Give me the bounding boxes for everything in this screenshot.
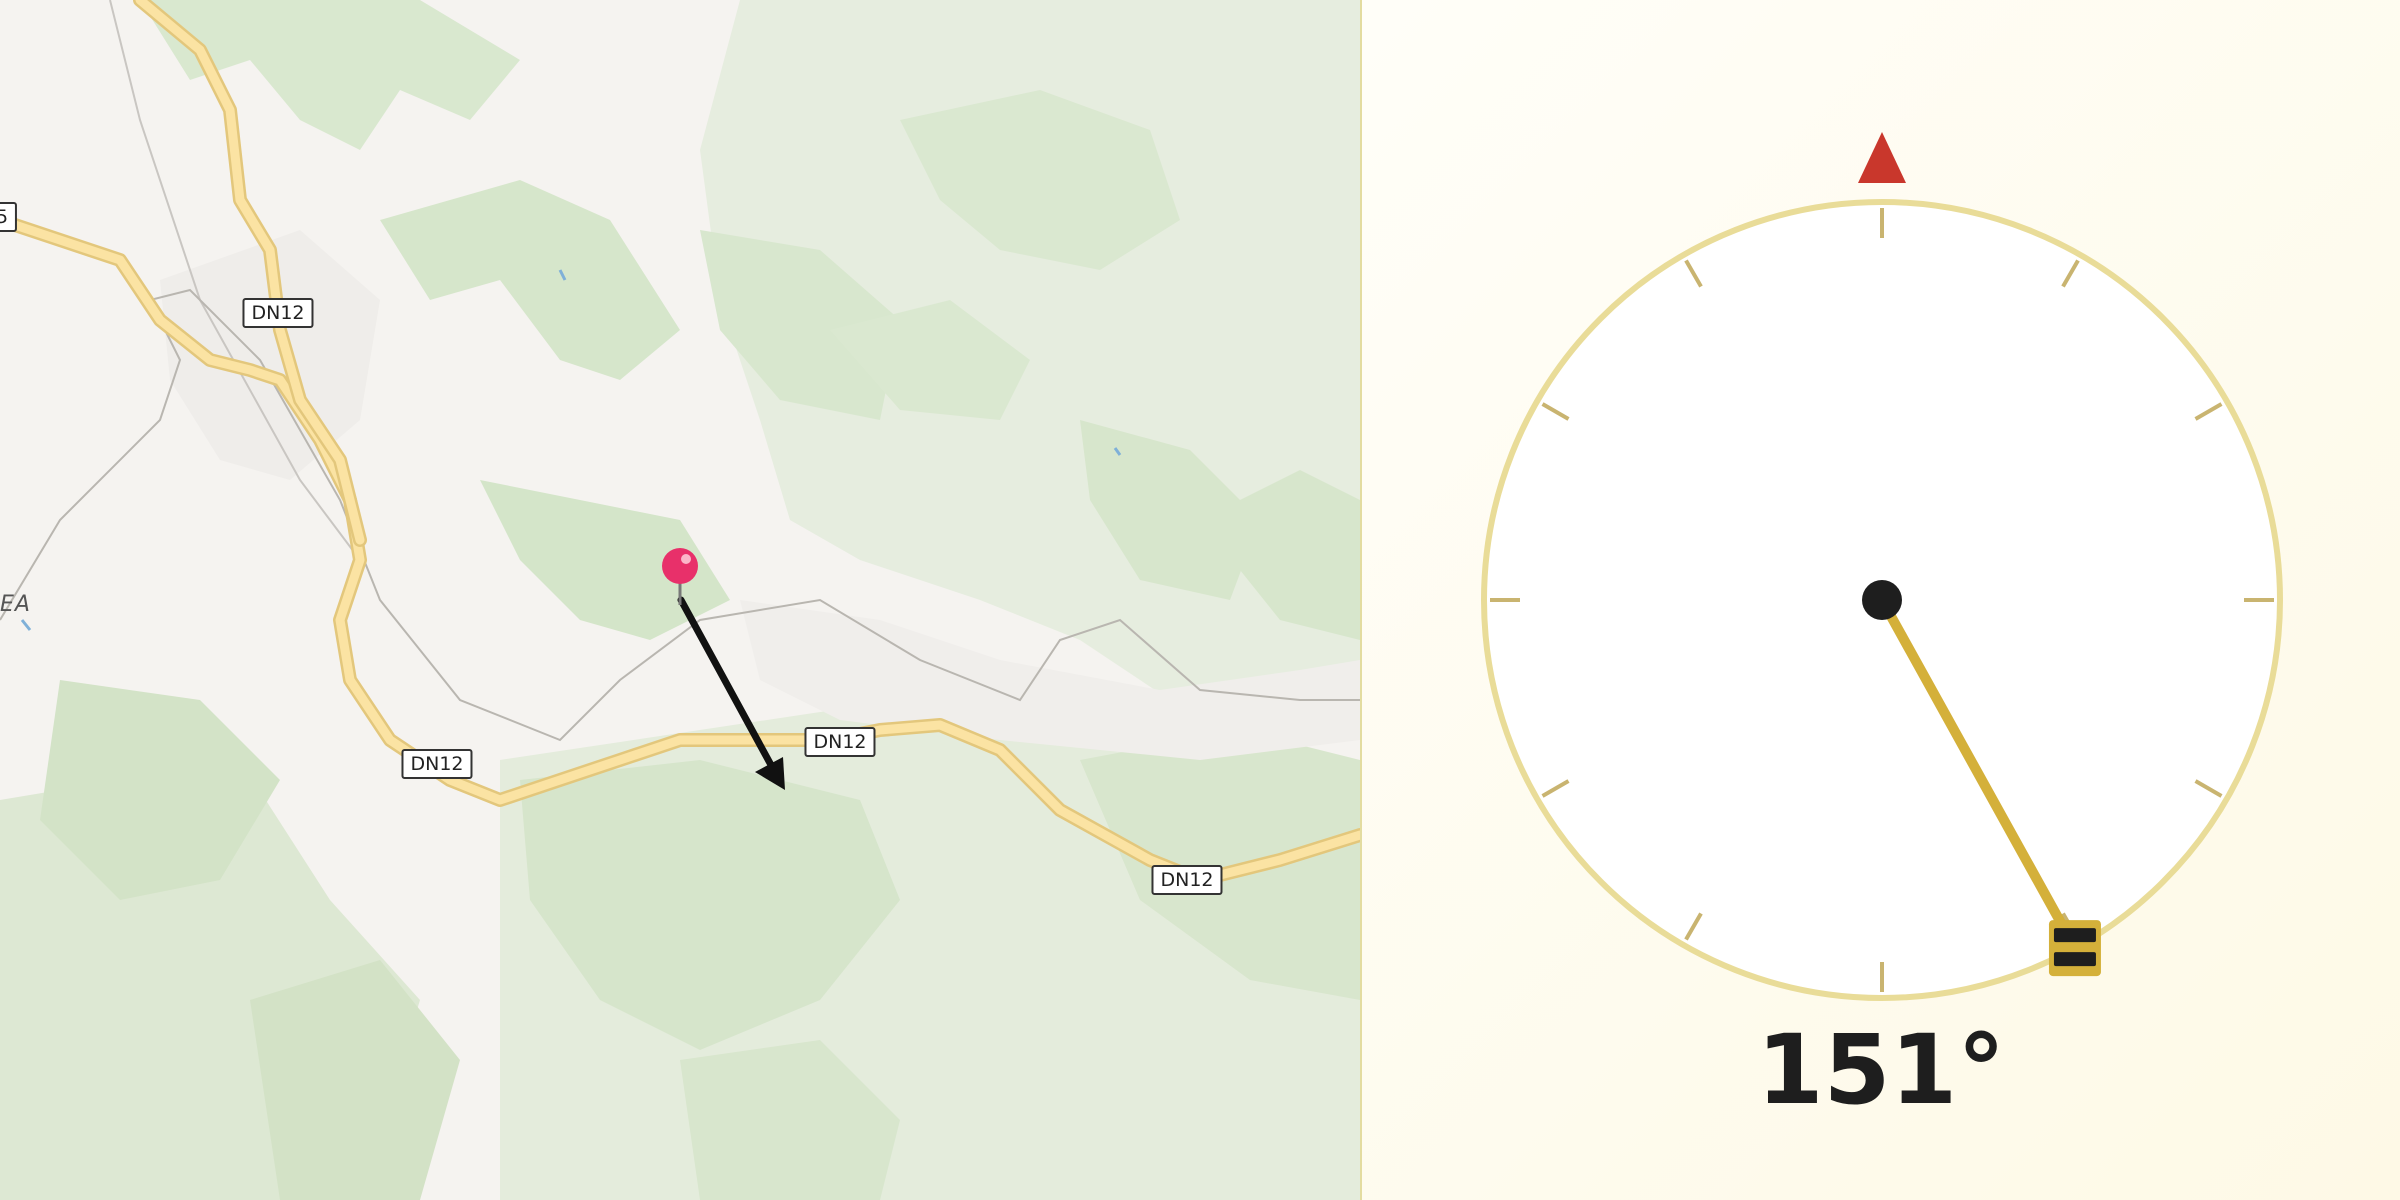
heading-readout: 151° bbox=[1756, 1014, 2006, 1126]
road-label-dn12: DN12 bbox=[1151, 865, 1223, 895]
map-canvas[interactable] bbox=[0, 0, 1360, 1200]
road-label-partial: 5 bbox=[0, 202, 18, 232]
road-label-dn12: DN12 bbox=[401, 749, 473, 779]
road-label-dn12: DN12 bbox=[804, 727, 876, 757]
road-label-dn12: DN12 bbox=[242, 298, 314, 328]
compass-panel: 151° bbox=[1362, 0, 2400, 1200]
place-label: EA bbox=[0, 592, 31, 617]
compass-center bbox=[1862, 580, 1902, 620]
north-triangle-icon bbox=[1858, 132, 1906, 183]
rotate-handle-icon[interactable] bbox=[2048, 920, 2101, 977]
map-view[interactable]: DN12 DN12 DN12 DN12 5 EA bbox=[0, 0, 1360, 1200]
